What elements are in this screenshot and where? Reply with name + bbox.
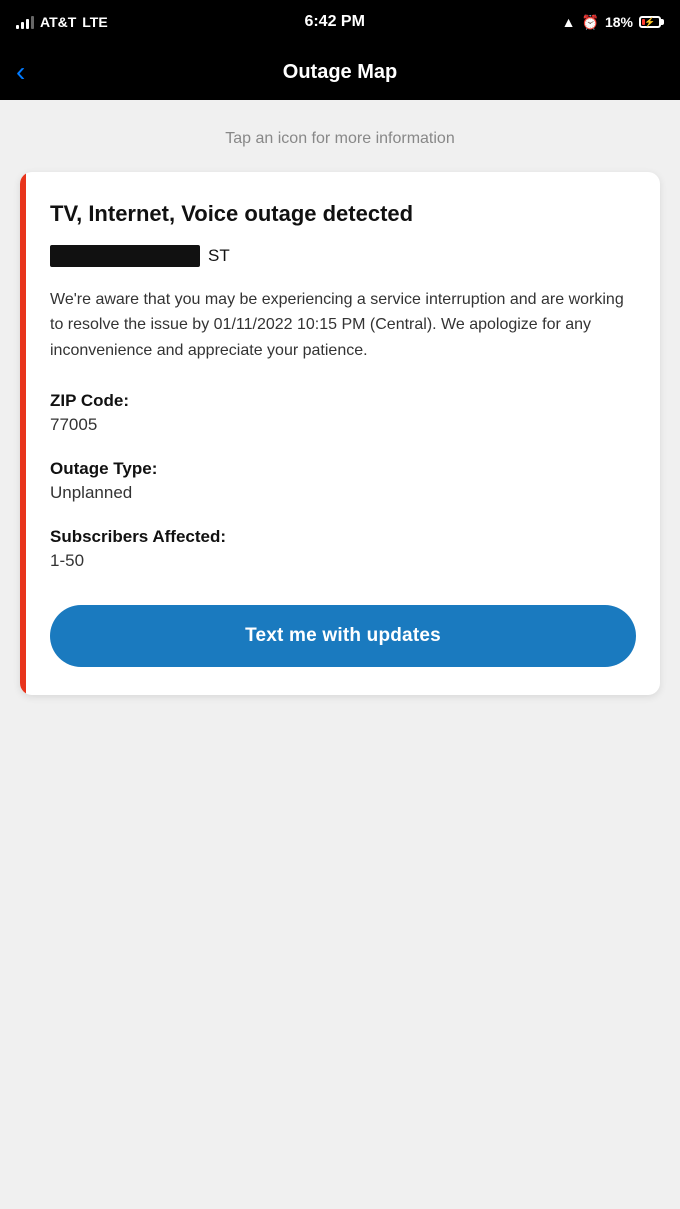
text-updates-button[interactable]: Text me with updates bbox=[50, 605, 636, 667]
address-row: ST bbox=[50, 245, 636, 267]
status-bar: AT&T LTE 6:42 PM ▲ ⏰ 18% ⚡ bbox=[0, 0, 680, 44]
address-redacted bbox=[50, 245, 200, 267]
subscribers-value: 1-50 bbox=[50, 551, 636, 571]
alarm-icon: ⏰ bbox=[582, 14, 599, 31]
outage-type-section: Outage Type: Unplanned bbox=[50, 459, 636, 503]
back-button[interactable]: ‹ bbox=[16, 58, 25, 86]
carrier-label: AT&T bbox=[40, 14, 76, 30]
zip-code-label: ZIP Code: bbox=[50, 391, 636, 411]
nav-bar: ‹ Outage Map bbox=[0, 44, 680, 100]
subscribers-section: Subscribers Affected: 1-50 bbox=[50, 527, 636, 571]
network-label: LTE bbox=[82, 14, 107, 30]
status-left: AT&T LTE bbox=[16, 14, 108, 30]
battery-percent: 18% bbox=[605, 14, 633, 30]
main-content: Tap an icon for more information TV, Int… bbox=[0, 100, 680, 1209]
subscribers-label: Subscribers Affected: bbox=[50, 527, 636, 547]
battery-icon: ⚡ bbox=[639, 16, 664, 28]
hint-text: Tap an icon for more information bbox=[20, 130, 660, 148]
zip-code-section: ZIP Code: 77005 bbox=[50, 391, 636, 435]
zip-code-value: 77005 bbox=[50, 415, 636, 435]
signal-bars-icon bbox=[16, 15, 34, 29]
page-title: Outage Map bbox=[283, 61, 397, 84]
outage-type-value: Unplanned bbox=[50, 483, 636, 503]
location-icon: ▲ bbox=[562, 14, 576, 30]
outage-description: We're aware that you may be experiencing… bbox=[50, 287, 636, 364]
address-suffix: ST bbox=[208, 246, 230, 266]
card-body: TV, Internet, Voice outage detected ST W… bbox=[26, 172, 660, 695]
status-right: ▲ ⏰ 18% ⚡ bbox=[562, 14, 664, 31]
outage-type-label: Outage Type: bbox=[50, 459, 636, 479]
outage-card: TV, Internet, Voice outage detected ST W… bbox=[20, 172, 660, 695]
outage-title: TV, Internet, Voice outage detected bbox=[50, 200, 636, 229]
status-time: 6:42 PM bbox=[304, 13, 364, 31]
